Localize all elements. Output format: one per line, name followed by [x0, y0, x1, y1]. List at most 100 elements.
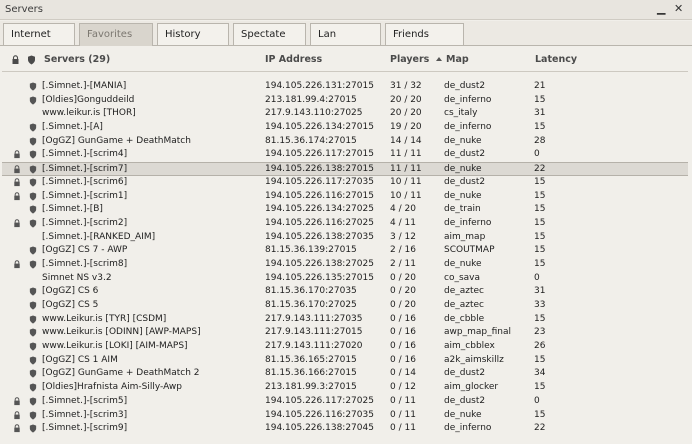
shield-icon	[29, 123, 37, 132]
server-players: 0 / 20	[390, 272, 416, 283]
server-latency: 0	[534, 272, 540, 283]
table-row[interactable]: [OgGZ] GunGame + DeathMatch 81.15.36.174:…	[2, 135, 688, 149]
table-row[interactable]: [.Simnet.]-[scrim1] 194.105.226.116:27015…	[2, 190, 688, 204]
table-row[interactable]: [OgGZ] CS 6 81.15.36.170:27035 0 / 20 de_az…	[2, 285, 688, 299]
server-players: 0 / 11	[390, 423, 416, 434]
table-row[interactable]: [.Simnet.]-[B] 194.105.226.134:27025 4 / 2…	[2, 203, 688, 217]
server-players: 0 / 16	[390, 327, 416, 338]
server-map: de_nuke	[444, 164, 482, 175]
table-row[interactable]: www.Leikur.is [TYR] [CSDM] 217.9.143.111:…	[2, 313, 688, 327]
server-players: 10 / 11	[390, 176, 422, 187]
server-players: 10 / 11	[390, 190, 422, 201]
column-players[interactable]: Players	[390, 54, 429, 65]
server-map: de_inferno	[444, 217, 492, 228]
table-row[interactable]: [Oldies]Gonguddeild 213.181.99.4:27015 20 …	[2, 94, 688, 108]
server-map: de_nuke	[444, 190, 482, 201]
server-players: 2 / 16	[390, 245, 416, 256]
table-row[interactable]: www.Leikur.is [ODINN] [AWP-MAPS] 217.9.14…	[2, 326, 688, 340]
server-map: de_dust2	[444, 81, 486, 91]
table-row[interactable]: [OgGZ] CS 5 81.15.36.170:27025 0 / 20 de_az…	[2, 299, 688, 313]
server-latency: 22	[534, 423, 546, 434]
table-row[interactable]: [.Simnet.]-[MANIA] 194.105.226.131:27015 3…	[2, 80, 688, 94]
server-name: [.Simnet.]-[scrim7]	[42, 164, 128, 175]
vertical-scrollbar[interactable]	[680, 74, 690, 444]
server-name: [OgGZ] CS 5	[42, 300, 99, 310]
table-row[interactable]: Simnet NS v3.2 194.105.226.135:27015 0 / 2…	[2, 272, 688, 286]
server-map: a2k_aimskillz	[444, 354, 504, 365]
server-latency: 0	[534, 149, 540, 160]
server-ip: 194.105.226.131:27015	[265, 81, 374, 91]
lock-icon[interactable]	[11, 55, 20, 65]
server-name: [OgGZ] CS 6	[42, 286, 99, 297]
table-row[interactable]: [.Simnet.]-[scrim6] 194.105.226.117:27035…	[2, 176, 688, 190]
server-name: [.Simnet.]-[A]	[42, 122, 103, 133]
table-row[interactable]: [.Simnet.]-[RANKED_AIM] 194.105.226.138:2…	[2, 231, 688, 245]
scrollbar-thumb[interactable]	[680, 84, 690, 434]
tab-history[interactable]: History	[157, 23, 229, 45]
close-icon[interactable]: ✕	[674, 3, 683, 15]
server-name: www.leikur.is [THOR]	[42, 108, 136, 119]
server-map: cs_italy	[444, 108, 478, 119]
shield-icon	[29, 165, 37, 174]
table-row[interactable]: [Oldies]Hrafnista Aim-Silly-Awp 213.181.9…	[2, 381, 688, 395]
server-name: [.Simnet.]-[RANKED_AIM]	[42, 231, 156, 242]
column-map[interactable]: Map	[446, 54, 469, 65]
server-ip: 81.15.36.166:27015	[265, 368, 357, 379]
server-map: de_dust2	[444, 176, 486, 187]
table-row[interactable]: [OgGZ] CS 7 - AWP 81.15.36.139:27015 2 / 1…	[2, 244, 688, 258]
server-ip: 217.9.143.111:27020	[265, 341, 363, 352]
column-ip-address[interactable]: IP Address	[265, 54, 322, 65]
server-players: 31 / 32	[390, 81, 422, 91]
table-row[interactable]: [.Simnet.]-[scrim5] 194.105.226.117:27025…	[2, 395, 688, 409]
tab-friends[interactable]: Friends	[385, 23, 464, 45]
table-row[interactable]: www.Leikur.is [LOKI] [AIM-MAPS] 217.9.143…	[2, 340, 688, 354]
table-row[interactable]: [.Simnet.]-[scrim9] 194.105.226.138:27045…	[2, 422, 688, 436]
server-ip: 217.9.143.111:27015	[265, 327, 363, 338]
tab-spectate[interactable]: Spectate	[233, 23, 306, 45]
server-latency: 15	[534, 231, 546, 242]
server-latency: 26	[534, 341, 546, 352]
shield-icon	[29, 246, 37, 255]
tab-favorites[interactable]: Favorites	[79, 23, 153, 46]
server-list: [.Simnet.]-[MANIA] 194.105.226.131:27015 3…	[2, 80, 688, 436]
table-row[interactable]: [.Simnet.]-[scrim3] 194.105.226.116:27035…	[2, 409, 688, 423]
shield-icon	[29, 150, 37, 159]
lock-icon	[14, 397, 20, 405]
server-name: [Oldies]Hrafnista Aim-Silly-Awp	[42, 382, 182, 393]
table-row[interactable]: [.Simnet.]-[A] 194.105.226.134:27015 19 / …	[2, 121, 688, 135]
tab-lan[interactable]: Lan	[310, 23, 381, 45]
server-ip: 213.181.99.4:27015	[265, 94, 357, 105]
window-titlebar: Servers ▁ ✕	[0, 0, 692, 20]
sort-ascending-icon	[436, 57, 442, 61]
table-row[interactable]: [OgGZ] CS 1 AIM 81.15.36.165:27015 0 / 16 a…	[2, 354, 688, 368]
table-row[interactable]: [.Simnet.]-[scrim2] 194.105.226.116:27025…	[2, 217, 688, 231]
shield-icon[interactable]	[27, 55, 36, 65]
minimize-icon[interactable]: ▁	[657, 3, 665, 15]
tab-internet[interactable]: Internet	[3, 23, 75, 45]
table-row[interactable]: [.Simnet.]-[scrim4] 194.105.226.117:27015…	[2, 148, 688, 162]
server-players: 2 / 11	[390, 258, 416, 269]
table-row[interactable]: [.Simnet.]-[scrim8] 194.105.226.138:27025…	[2, 258, 688, 272]
server-name: [.Simnet.]-[scrim2]	[42, 217, 128, 228]
table-row[interactable]: www.leikur.is [THOR] 217.9.143.110:27025 2…	[2, 107, 688, 121]
server-latency: 15	[534, 354, 546, 365]
column-servers[interactable]: Servers (29)	[44, 54, 110, 65]
server-players: 0 / 12	[390, 382, 416, 393]
server-map: de_aztec	[444, 300, 485, 310]
server-name: www.Leikur.is [TYR] [CSDM]	[42, 313, 167, 324]
lock-icon	[14, 260, 20, 269]
table-row[interactable]: [.Simnet.]-[scrim7] 194.105.226.138:27015…	[2, 162, 688, 176]
server-latency: 31	[534, 108, 546, 119]
server-name: [.Simnet.]-[scrim3]	[42, 409, 128, 420]
server-name: [OgGZ] CS 7 - AWP	[42, 245, 128, 256]
server-map: de_nuke	[444, 258, 482, 269]
column-latency[interactable]: Latency	[535, 54, 577, 65]
server-players: 4 / 20	[390, 204, 416, 215]
server-ip: 194.105.226.117:27015	[265, 149, 374, 160]
server-latency: 31	[534, 286, 546, 297]
server-latency: 15	[534, 122, 546, 133]
server-ip: 194.105.226.138:27045	[265, 423, 374, 434]
server-ip: 81.15.36.170:27035	[265, 286, 357, 297]
shield-icon	[29, 191, 37, 201]
table-row[interactable]: [OgGZ] GunGame + DeathMatch 2 81.15.36.16…	[2, 367, 688, 381]
